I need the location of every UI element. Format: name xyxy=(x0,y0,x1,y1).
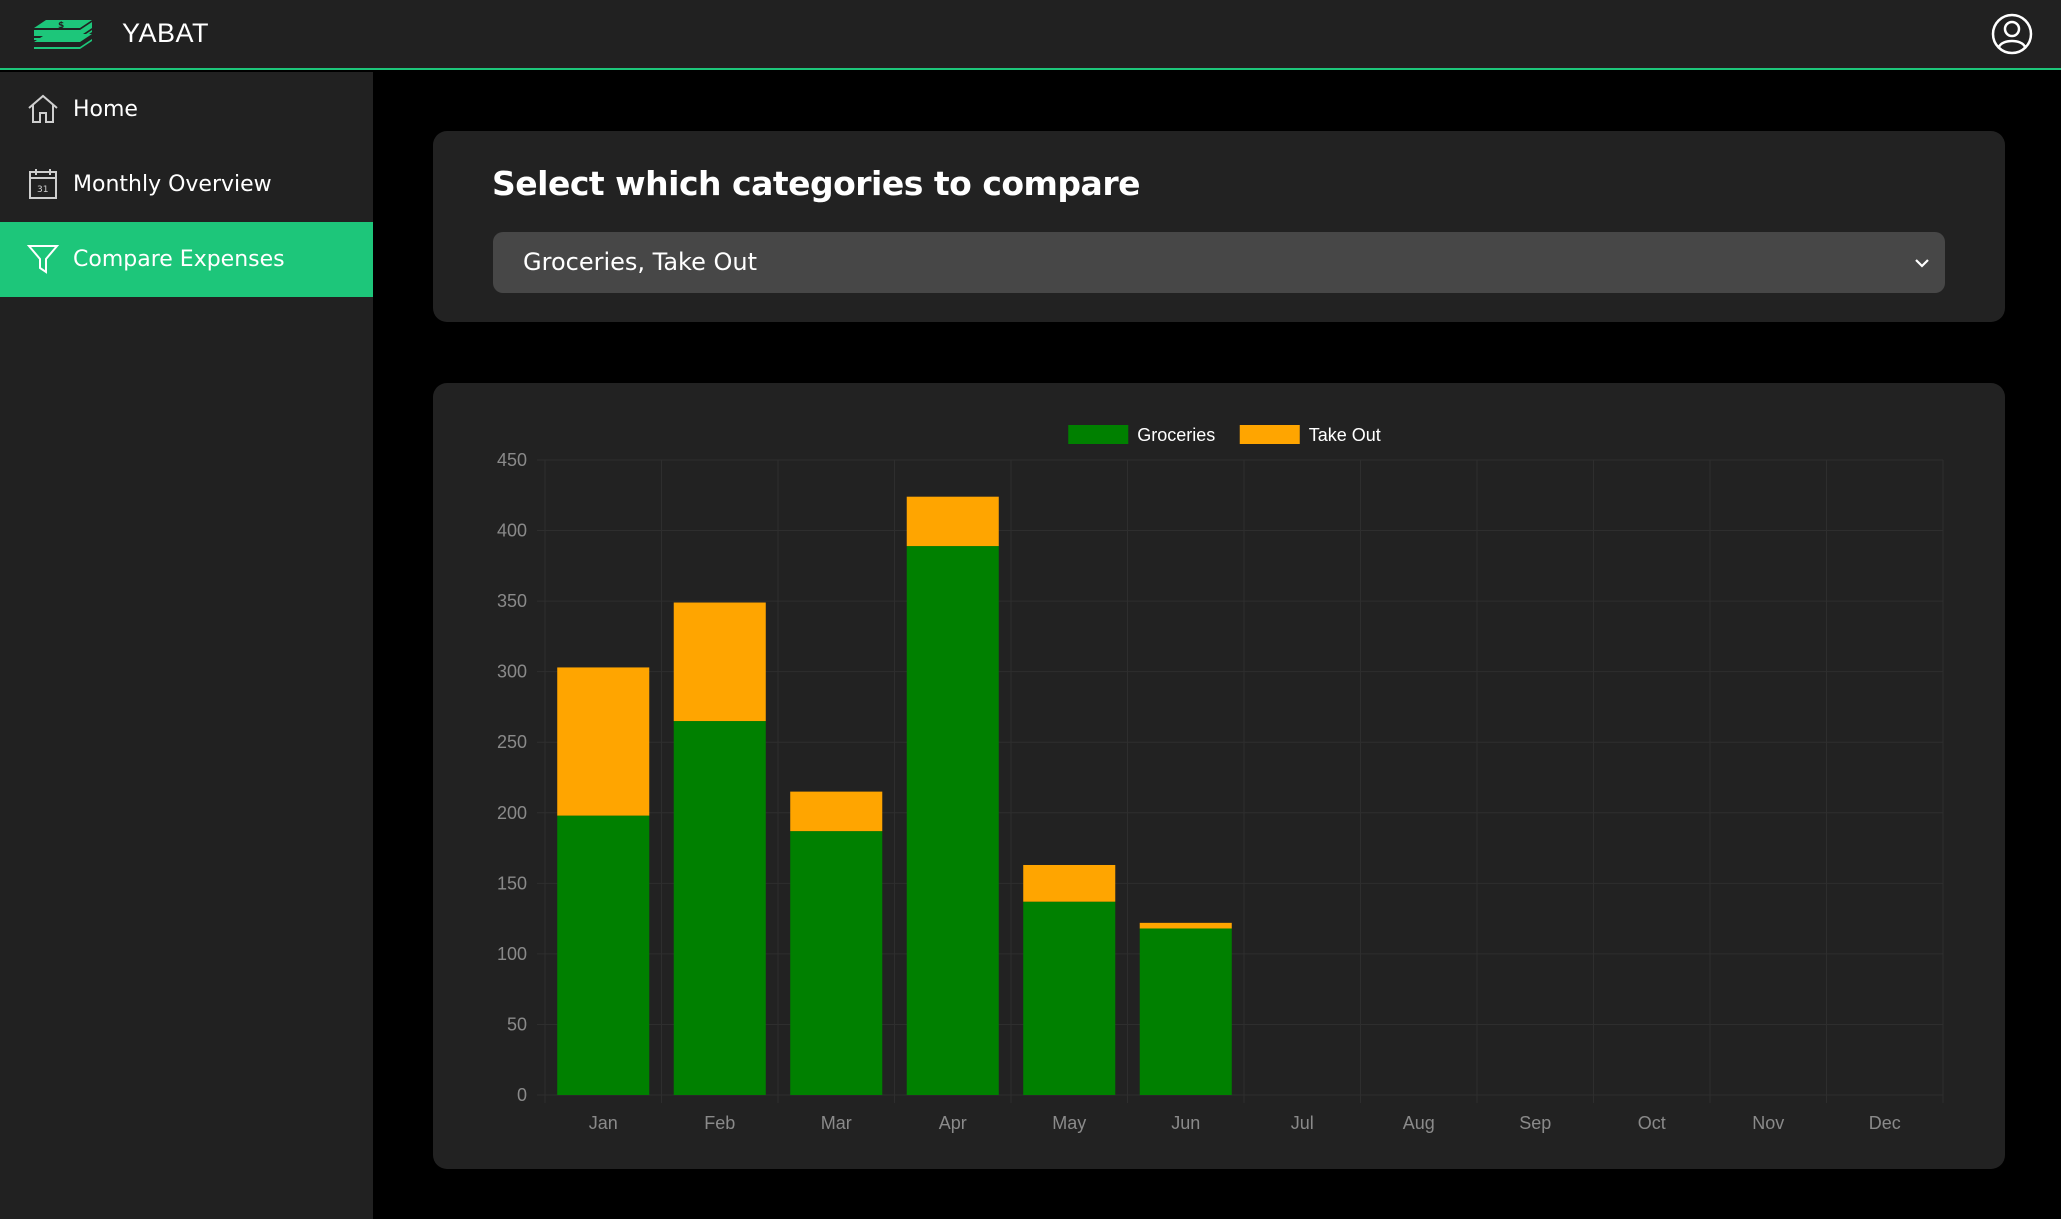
filter-icon xyxy=(26,245,60,274)
home-icon xyxy=(28,94,58,123)
sidebar-item-home[interactable]: Home xyxy=(0,72,373,147)
y-tick-label: 250 xyxy=(497,732,527,752)
expenses-bar-chart: 0 50 100 150 200 250 300 350 400 450 Jan Feb Mar Apr M… xyxy=(497,425,1944,1133)
x-tick-label: Nov xyxy=(1752,1113,1784,1133)
bar-take-out-jan[interactable] xyxy=(557,667,650,816)
x-tick-label: Dec xyxy=(1869,1113,1901,1133)
x-tick-label: Sep xyxy=(1519,1113,1551,1133)
bar-take-out-apr[interactable] xyxy=(906,496,999,547)
y-tick-label: 400 xyxy=(497,521,527,541)
category-select-value: Groceries, Take Out xyxy=(523,248,757,276)
x-tick-label: Apr xyxy=(939,1113,967,1133)
bar-take-out-jun[interactable] xyxy=(1139,922,1232,929)
bar-take-out-mar[interactable] xyxy=(790,791,883,832)
legend-label[interactable]: Groceries xyxy=(1137,425,1215,445)
x-tick-label: Oct xyxy=(1638,1113,1666,1133)
chevron-down-icon[interactable] xyxy=(1913,254,1931,272)
y-tick-label: 150 xyxy=(497,873,527,893)
legend-label[interactable]: Take Out xyxy=(1309,425,1381,445)
x-tick-label: Feb xyxy=(704,1113,735,1133)
x-tick-label: Jul xyxy=(1291,1113,1314,1133)
y-tick-label: 450 xyxy=(497,450,527,470)
chart-card: 0 50 100 150 200 250 300 350 400 450 Jan Feb Mar Apr M… xyxy=(433,383,2005,1169)
bar-groceries-jan[interactable] xyxy=(557,815,650,1095)
category-select[interactable]: Groceries, Take Out xyxy=(493,232,1945,293)
bar-groceries-may[interactable] xyxy=(1023,901,1116,1095)
selector-title: Select which categories to compare xyxy=(492,164,1140,203)
sidebar-item-label: Compare Expenses xyxy=(73,247,285,272)
y-tick-label: 100 xyxy=(497,944,527,964)
sidebar-item-compare-expenses[interactable]: Compare Expenses xyxy=(0,222,373,297)
y-tick-label: 0 xyxy=(517,1085,527,1105)
bar-groceries-jun[interactable] xyxy=(1139,928,1232,1095)
sidebar-item-label: Home xyxy=(73,97,138,122)
legend-swatch-take-out[interactable] xyxy=(1239,425,1300,444)
user-circle-icon[interactable] xyxy=(1990,12,2034,56)
x-tick-label: Aug xyxy=(1403,1113,1435,1133)
y-tick-label: 350 xyxy=(497,591,527,611)
bar-groceries-apr[interactable] xyxy=(906,546,999,1095)
top-bar: $ YABAT xyxy=(0,0,2061,70)
bar-take-out-feb[interactable] xyxy=(673,602,766,722)
sidebar-item-monthly-overview[interactable]: 31 Monthly Overview xyxy=(0,147,373,222)
y-tick-label: 50 xyxy=(507,1014,527,1034)
bar-take-out-may[interactable] xyxy=(1023,864,1116,902)
bar-groceries-feb[interactable] xyxy=(673,721,766,1095)
y-tick-label: 300 xyxy=(497,662,527,682)
category-selector-card: Select which categories to compare Groce… xyxy=(433,131,2005,322)
money-stack-icon[interactable]: $ xyxy=(26,16,96,52)
sidebar-item-label: Monthly Overview xyxy=(73,172,272,197)
sidebar: Home 31 Monthly Overview Compare Expense… xyxy=(0,72,373,1219)
calendar-icon: 31 xyxy=(29,169,57,199)
x-tick-label: Jan xyxy=(589,1113,618,1133)
y-tick-label: 200 xyxy=(497,803,527,823)
svg-text:31: 31 xyxy=(37,185,48,195)
svg-text:$: $ xyxy=(58,21,64,31)
x-tick-label: Jun xyxy=(1171,1113,1200,1133)
bar-groceries-mar[interactable] xyxy=(790,831,883,1095)
x-tick-label: May xyxy=(1052,1113,1086,1133)
x-tick-label: Mar xyxy=(821,1113,852,1133)
app-title: YABAT xyxy=(122,18,210,48)
legend-swatch-groceries[interactable] xyxy=(1068,425,1129,444)
